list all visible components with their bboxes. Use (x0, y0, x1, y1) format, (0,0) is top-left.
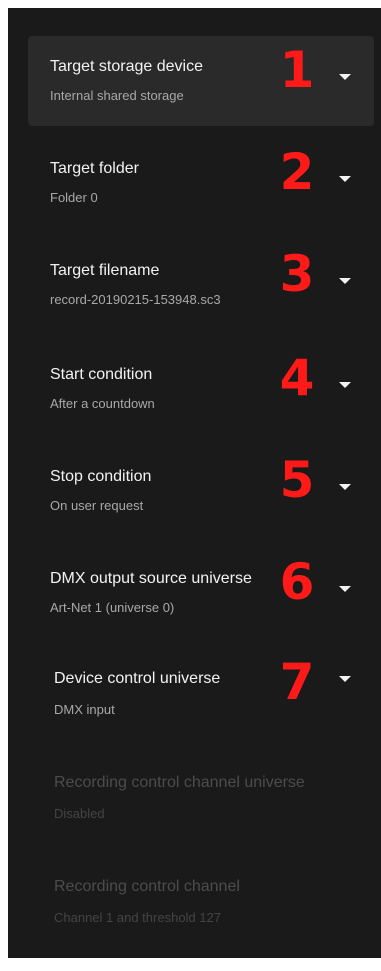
annotation-number: 5 (279, 451, 315, 509)
setting-title: Target filename (50, 262, 160, 279)
chevron-down-icon[interactable] (338, 174, 352, 184)
annotation-number: 7 (279, 653, 315, 711)
chevron-down-icon[interactable] (338, 276, 352, 286)
annotation-number: 3 (279, 245, 315, 303)
setting-target-storage-device[interactable]: Target storage device Internal shared st… (28, 36, 374, 126)
setting-recording-control-channel: Recording control channel Channel 1 and … (28, 858, 374, 948)
setting-target-folder[interactable]: Target folder Folder 0 2 (28, 138, 374, 228)
setting-title: Device control universe (54, 670, 221, 687)
setting-value: Disabled (54, 806, 105, 821)
setting-title: Target storage device (50, 58, 203, 75)
setting-value: After a countdown (50, 396, 155, 411)
setting-start-condition[interactable]: Start condition After a countdown 4 (28, 344, 374, 434)
setting-title: Stop condition (50, 468, 152, 485)
settings-panel: Target storage device Internal shared st… (8, 8, 381, 958)
setting-title: Start condition (50, 366, 153, 383)
setting-recording-control-channel-universe: Recording control channel universe Disab… (28, 754, 374, 844)
setting-title: Recording control channel universe (54, 774, 305, 791)
chevron-down-icon[interactable] (338, 482, 352, 492)
setting-value: record-20190215-153948.sc3 (50, 292, 221, 307)
chevron-down-icon[interactable] (338, 380, 352, 390)
setting-title: Target folder (50, 160, 139, 177)
chevron-down-icon[interactable] (338, 674, 352, 684)
chevron-down-icon[interactable] (338, 584, 352, 594)
annotation-number: 1 (279, 41, 315, 99)
setting-target-filename[interactable]: Target filename record-20190215-153948.s… (28, 240, 374, 330)
setting-stop-condition[interactable]: Stop condition On user request 5 (28, 446, 374, 536)
chevron-down-icon[interactable] (338, 72, 352, 82)
setting-title: DMX output source universe (50, 570, 252, 587)
setting-value: DMX input (54, 702, 115, 717)
setting-value: Folder 0 (50, 190, 98, 205)
setting-dmx-output-source-universe[interactable]: DMX output source universe Art-Net 1 (un… (28, 548, 374, 638)
annotation-number: 4 (279, 349, 315, 407)
setting-value: Internal shared storage (50, 88, 184, 103)
setting-value: Art-Net 1 (universe 0) (50, 600, 175, 615)
setting-value: On user request (50, 498, 144, 513)
annotation-number: 6 (279, 553, 315, 611)
setting-device-control-universe[interactable]: Device control universe DMX input 7 (28, 650, 374, 740)
setting-title: Recording control channel (54, 878, 240, 895)
setting-value: Channel 1 and threshold 127 (54, 910, 221, 925)
annotation-number: 2 (279, 143, 315, 201)
